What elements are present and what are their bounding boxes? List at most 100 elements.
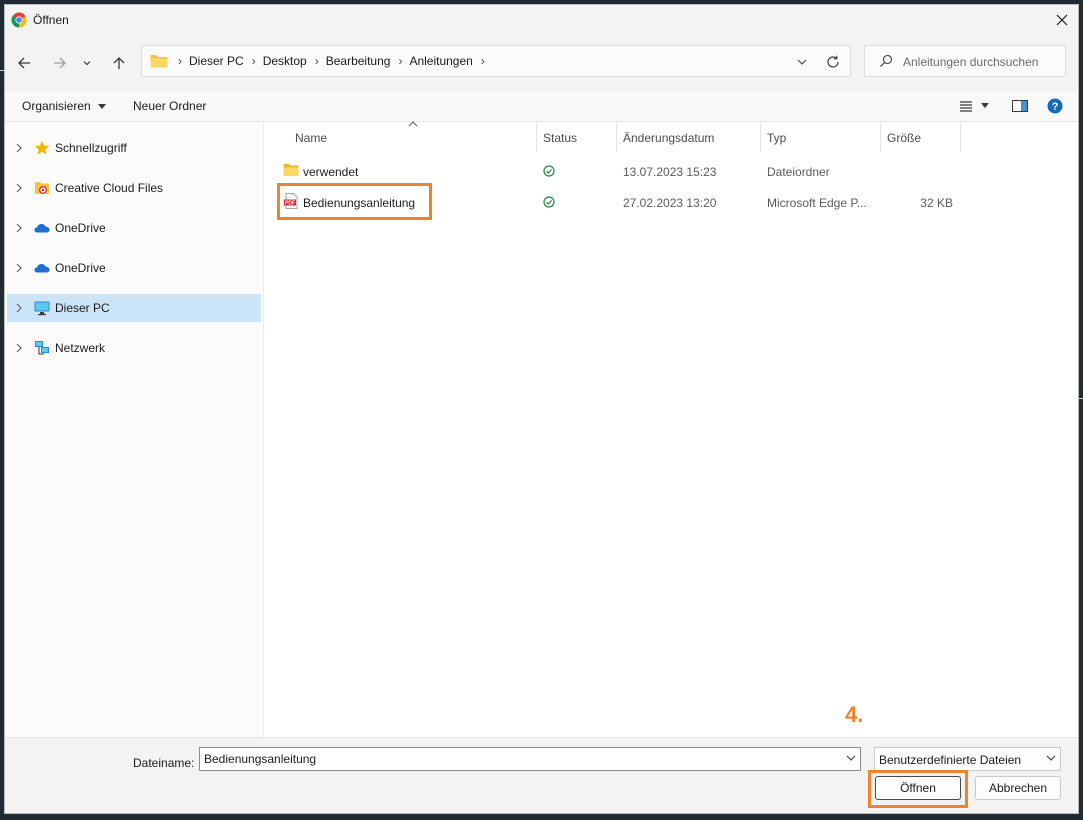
chevron-down-icon: [797, 59, 807, 65]
navigation-pane: Schnellzugriff Creative Cloud Files OneD…: [5, 122, 264, 737]
column-header-type[interactable]: Typ: [761, 122, 881, 154]
sidebar-item-netzwerk[interactable]: Netzwerk: [7, 334, 261, 362]
file-list: Name Status Änderungsdatum Typ Größe ver…: [264, 121, 1078, 737]
column-header-name[interactable]: Name: [264, 121, 536, 154]
address-history-dropdown[interactable]: [794, 54, 810, 70]
column-header-date[interactable]: Änderungsdatum: [617, 122, 761, 154]
title-bar: Öffnen: [5, 5, 1078, 35]
help-icon: ?: [1047, 98, 1063, 114]
sidebar-item-label: Schnellzugriff: [55, 141, 127, 155]
column-header-label: Typ: [767, 131, 787, 145]
filetype-value: Benutzerdefinierte Dateien: [879, 753, 1022, 767]
breadcrumb-item-desktop[interactable]: Desktop: [263, 54, 307, 68]
list-view-icon: [960, 101, 972, 112]
open-file-dialog: Öffnen › Dieser PC › Desktop › Bearbeitu…: [4, 4, 1079, 814]
search-input[interactable]: [901, 52, 1065, 72]
chevron-right-icon: [16, 303, 22, 313]
file-type: Microsoft Edge P...: [767, 196, 867, 210]
filetype-select[interactable]: Benutzerdefinierte Dateien: [874, 747, 1061, 771]
file-row-verwendet[interactable]: verwendet 13.07.2023 15:23 Dateiordner: [264, 156, 964, 186]
chevron-right-icon: [16, 223, 22, 233]
sidebar-item-onedrive[interactable]: OneDrive: [7, 214, 261, 242]
arrow-up-icon: [113, 57, 125, 69]
synced-check-icon: [543, 165, 555, 177]
chevron-down-icon: [83, 61, 91, 66]
chevron-right-icon: [16, 183, 22, 193]
chevron-right-icon: [16, 143, 22, 153]
arrow-right-icon: [54, 57, 66, 69]
filename-combobox[interactable]: [199, 747, 861, 771]
close-icon: [1056, 14, 1068, 26]
column-header-label: Größe: [887, 131, 922, 145]
up-button[interactable]: [108, 53, 130, 73]
breadcrumb-separator-icon[interactable]: ›: [481, 54, 485, 68]
sidebar-item-creative-cloud-files[interactable]: Creative Cloud Files: [7, 174, 261, 202]
column-divider[interactable]: [960, 122, 961, 152]
organize-menu-button[interactable]: Organisieren: [22, 99, 107, 113]
breadcrumb-separator-icon: ›: [314, 54, 319, 68]
chevron-down-icon[interactable]: [846, 754, 856, 762]
computer-icon: [34, 301, 50, 316]
sidebar-item-label: OneDrive: [55, 221, 106, 235]
cancel-button[interactable]: Abbrechen: [975, 776, 1061, 800]
breadcrumb-item-dieser-pc[interactable]: Dieser PC: [189, 54, 244, 68]
sidebar-item-dieser-pc[interactable]: Dieser PC: [7, 294, 261, 322]
file-type: Dateiordner: [767, 165, 830, 179]
navigation-bar: › Dieser PC › Desktop › Bearbeitung › An…: [5, 45, 1078, 81]
sidebar-item-schnellzugriff[interactable]: Schnellzugriff: [7, 134, 261, 162]
file-row-bedienungsanleitung[interactable]: PDF Bedienungsanleitung 27.02.2023 13:20…: [264, 187, 964, 217]
chevron-right-icon: [16, 343, 22, 353]
close-button[interactable]: [1046, 5, 1078, 35]
breadcrumb-item-bearbeitung[interactable]: Bearbeitung: [326, 54, 391, 68]
forward-button[interactable]: [49, 53, 71, 73]
breadcrumb-separator-icon: ›: [251, 54, 256, 68]
window-title: Öffnen: [33, 13, 69, 27]
filename-input[interactable]: [204, 751, 834, 767]
organize-label: Organisieren: [22, 99, 91, 113]
back-button[interactable]: [13, 53, 35, 73]
recent-locations-button[interactable]: [80, 53, 94, 73]
command-bar: Organisieren Neuer Ordner ?: [5, 91, 1078, 122]
onedrive-cloud-icon: [34, 264, 50, 273]
preview-pane-button[interactable]: [1009, 97, 1031, 115]
pdf-icon: PDF: [284, 193, 298, 209]
file-date: 27.02.2023 13:20: [623, 196, 717, 210]
step-number-annotation: 4.: [845, 702, 864, 727]
refresh-icon: [827, 55, 839, 68]
chevron-right-icon: [16, 263, 22, 273]
refresh-button[interactable]: [824, 53, 842, 71]
open-button[interactable]: Öffnen: [875, 776, 961, 800]
star-icon: [34, 140, 50, 155]
sidebar-item-label: Netzwerk: [55, 341, 106, 355]
svg-text:?: ?: [1052, 101, 1059, 113]
sidebar-item-onedrive[interactable]: OneDrive: [7, 254, 261, 282]
address-bar[interactable]: › Dieser PC › Desktop › Bearbeitung › An…: [141, 45, 851, 77]
breadcrumb: › Dieser PC › Desktop › Bearbeitung › An…: [150, 46, 492, 76]
dialog-footer: Dateiname: Benutzerdefinierte Dateien Öf…: [5, 737, 1078, 813]
column-header-status[interactable]: Status: [537, 122, 617, 154]
breadcrumb-separator-icon: ›: [398, 54, 403, 68]
caret-down-icon: [98, 104, 107, 109]
new-folder-button[interactable]: Neuer Ordner: [133, 99, 206, 113]
caret-down-icon: [981, 103, 989, 108]
sidebar-item-label: Dieser PC: [55, 301, 110, 315]
view-options-button[interactable]: [956, 97, 992, 115]
onedrive-cloud-icon: [34, 224, 50, 233]
file-size: 32 KB: [920, 196, 953, 210]
help-button[interactable]: ?: [1045, 97, 1065, 115]
chevron-down-icon: [1046, 755, 1056, 761]
file-date: 13.07.2023 15:23: [623, 165, 717, 179]
breadcrumb-item-anleitungen[interactable]: Anleitungen: [409, 54, 472, 68]
creative-cloud-folder-icon: [35, 182, 49, 194]
search-icon: [880, 54, 893, 67]
folder-icon: [283, 164, 299, 176]
file-name: verwendet: [303, 165, 359, 179]
svg-text:PDF: PDF: [285, 200, 295, 206]
column-header-size[interactable]: Größe: [881, 122, 961, 154]
breadcrumb-separator-icon: ›: [178, 54, 182, 68]
column-header-label: Name: [295, 131, 328, 145]
arrow-left-icon: [18, 57, 30, 69]
network-icon: [35, 341, 49, 355]
sort-ascending-icon: [408, 121, 418, 127]
search-box[interactable]: [864, 45, 1066, 77]
